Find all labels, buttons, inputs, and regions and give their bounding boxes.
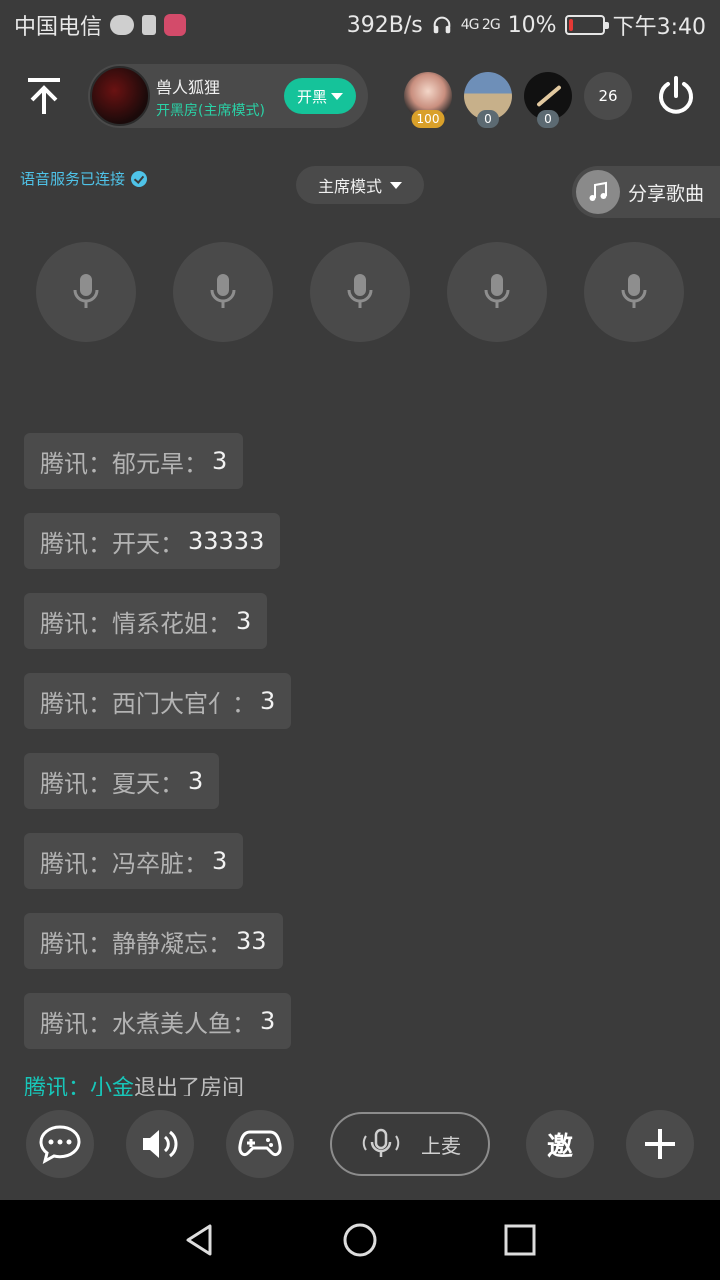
microphone-icon bbox=[347, 274, 373, 308]
room-header: 兽人狐狸 开黑房(主席模式) 开黑 100 0 0 26 bbox=[0, 58, 720, 138]
clock: 下午3:40 bbox=[612, 15, 706, 40]
mic-seat[interactable] bbox=[310, 242, 410, 342]
microphone-broadcast-icon bbox=[362, 1128, 400, 1157]
wechat-notification-icon bbox=[110, 15, 135, 35]
music-note-icon bbox=[576, 170, 620, 214]
carrier-label: 中国电信 bbox=[14, 15, 103, 40]
status-bar: 中国电信 392B/s 4G 2G 10% 下午3:40 bbox=[0, 0, 720, 50]
recents-icon[interactable] bbox=[500, 1220, 540, 1260]
mode-dropdown[interactable]: 主席模式 bbox=[296, 166, 424, 204]
home-icon[interactable] bbox=[340, 1220, 380, 1260]
microphone-icon bbox=[484, 274, 510, 308]
share-song-button[interactable]: 分享歌曲 bbox=[572, 166, 720, 218]
member-badge: 0 bbox=[477, 110, 499, 128]
system-message-user[interactable]: 小金 bbox=[90, 1076, 134, 1096]
power-icon[interactable] bbox=[654, 74, 698, 118]
member-count[interactable]: 26 bbox=[584, 72, 632, 120]
member-badge: 0 bbox=[537, 110, 559, 128]
microphone-icon bbox=[73, 274, 99, 308]
chat-message[interactable]: 腾讯： 夏天： 3 bbox=[24, 753, 220, 809]
take-mic-button[interactable]: 上麦 bbox=[330, 1112, 490, 1176]
chat-message[interactable]: 腾讯： 静静凝忘： 33 bbox=[24, 913, 283, 969]
room-name: 兽人狐狸 bbox=[156, 78, 221, 97]
member-avatar[interactable]: 100 bbox=[404, 72, 452, 128]
system-message: 腾讯：小金退出了房间 bbox=[24, 1070, 244, 1096]
add-button[interactable] bbox=[626, 1110, 694, 1178]
invite-label: 邀 bbox=[546, 1131, 573, 1162]
check-circle-icon bbox=[131, 170, 148, 187]
chat-message[interactable]: 腾讯： 郁元旱： 3 bbox=[24, 433, 244, 489]
chat-message[interactable]: 腾讯： 开天： 33333 bbox=[24, 513, 281, 569]
plus-icon bbox=[645, 1129, 675, 1159]
system-nav-bar bbox=[0, 1200, 720, 1280]
collapse-up-icon[interactable] bbox=[22, 74, 66, 118]
open-room-label: 开黑 bbox=[296, 87, 327, 106]
room-info[interactable]: 兽人狐狸 开黑房(主席模式) 开黑 bbox=[88, 64, 368, 128]
network-speed: 392B/s bbox=[346, 12, 423, 38]
chat-message[interactable]: 腾讯： 西门大官亻： 3 bbox=[24, 673, 292, 729]
share-song-label: 分享歌曲 bbox=[628, 182, 705, 205]
room-avatar bbox=[90, 66, 150, 126]
chat-bubble-icon bbox=[39, 1125, 81, 1164]
chevron-down-icon bbox=[331, 92, 343, 100]
speaker-button[interactable] bbox=[126, 1110, 194, 1178]
back-icon[interactable] bbox=[180, 1220, 220, 1260]
chat-button[interactable] bbox=[26, 1110, 94, 1178]
browser-notification-icon bbox=[164, 14, 187, 36]
member-badge: 100 bbox=[411, 110, 445, 128]
voice-status-label: 语音服务已连接 bbox=[20, 170, 126, 188]
battery-icon bbox=[564, 15, 609, 35]
chat-message[interactable]: 腾讯： 冯卒脏： 3 bbox=[24, 833, 244, 889]
microphone-icon bbox=[210, 274, 236, 308]
chat-message[interactable]: 腾讯： 水煮美人鱼： 3 bbox=[24, 993, 292, 1049]
bottom-toolbar: 上麦 邀 bbox=[0, 1100, 720, 1200]
mic-seat[interactable] bbox=[447, 242, 547, 342]
mic-seat[interactable] bbox=[36, 242, 136, 342]
invite-button[interactable]: 邀 bbox=[526, 1110, 594, 1178]
gamepad-icon bbox=[238, 1130, 282, 1157]
chat-messages: 腾讯： 郁元旱： 3 腾讯： 开天： 33333 腾讯： 情系花姐： 3 腾讯： 西门大官亻：… bbox=[24, 433, 704, 1073]
member-avatar[interactable]: 0 bbox=[464, 72, 512, 128]
volume-icon bbox=[143, 1130, 178, 1158]
chevron-down-icon bbox=[390, 181, 402, 189]
voice-status: 语音服务已连接 bbox=[20, 168, 148, 189]
mic-seat[interactable] bbox=[173, 242, 273, 342]
battery-percent: 10% bbox=[507, 12, 557, 38]
alert-notification-icon bbox=[142, 15, 157, 35]
room-subtitle: 开黑房(主席模式) bbox=[156, 103, 265, 119]
take-mic-label: 上麦 bbox=[421, 1133, 461, 1158]
mic-seat[interactable] bbox=[584, 242, 684, 342]
chat-message[interactable]: 腾讯： 情系花姐： 3 bbox=[24, 593, 268, 649]
headphones-icon bbox=[433, 16, 451, 34]
signal-icon: 4G 2G bbox=[460, 17, 501, 33]
mic-seats bbox=[36, 242, 684, 342]
game-button[interactable] bbox=[226, 1110, 294, 1178]
microphone-icon bbox=[621, 274, 647, 308]
open-room-button[interactable]: 开黑 bbox=[284, 78, 356, 114]
mode-label: 主席模式 bbox=[317, 177, 382, 196]
member-avatar[interactable]: 0 bbox=[524, 72, 572, 128]
